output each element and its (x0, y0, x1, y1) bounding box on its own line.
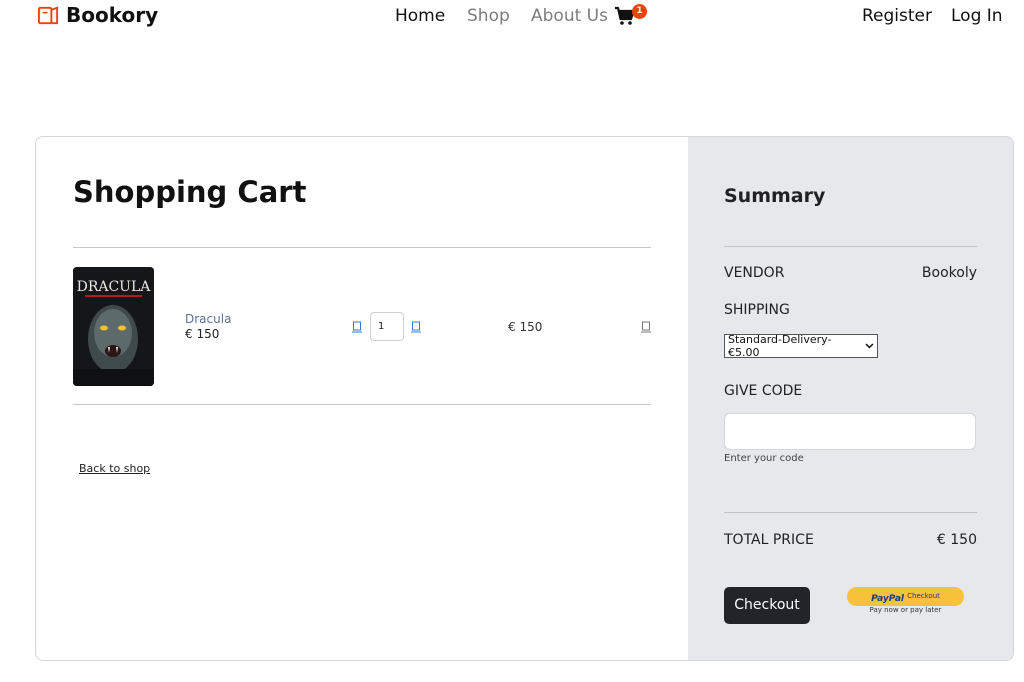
paypal-checkout-button[interactable]: PayPal Checkout (847, 587, 964, 606)
nav-home-link[interactable]: Home (395, 6, 445, 26)
promo-code-input[interactable] (724, 413, 976, 450)
quantity-input[interactable] (370, 312, 404, 341)
paypal-label: PayPal (871, 594, 904, 604)
brand-name: Bookory (66, 3, 159, 27)
remove-item-icon[interactable] (641, 321, 651, 333)
item-line-total: € 150 (508, 320, 543, 334)
give-code-label: GIVE CODE (724, 383, 803, 399)
chevron-down-icon (865, 343, 874, 349)
total-price-value: € 150 (936, 532, 977, 548)
top-navbar: Bookory Home Shop About Us 1 Register Lo… (0, 0, 1024, 34)
summary-panel: Summary VENDOR Bookoly SHIPPING Standard… (688, 137, 1013, 660)
item-unit-price: € 150 (185, 327, 220, 341)
book-logo-icon (37, 6, 59, 24)
back-to-shop-link[interactable]: Back to shop (79, 462, 150, 475)
item-title-link[interactable]: Dracula (185, 312, 231, 326)
code-help-text: Enter your code (724, 453, 804, 464)
summary-title: Summary (724, 185, 826, 207)
vendor-value: Bookoly (921, 265, 977, 281)
paypal-tagline: Pay now or pay later (869, 606, 942, 614)
cover-title: DRACULA (77, 279, 152, 295)
brand[interactable]: Bookory (37, 3, 158, 27)
total-price-label: TOTAL PRICE (724, 532, 814, 548)
divider (724, 512, 977, 513)
cart-count-badge: 1 (632, 4, 647, 19)
checkout-button[interactable]: Checkout (724, 587, 810, 624)
cart-pane: Shopping Cart DRACULA Dracula € 150 1 € … (36, 137, 688, 660)
nav-about-link[interactable]: About Us (531, 6, 608, 26)
divider (73, 404, 651, 405)
register-link[interactable]: Register (862, 6, 932, 26)
divider (724, 246, 977, 247)
vendor-label: VENDOR (724, 265, 785, 281)
cart-card: Shopping Cart DRACULA Dracula € 150 1 € … (35, 136, 1014, 661)
paypal-checkout-suffix: Checkout (907, 592, 940, 600)
page-title: Shopping Cart (73, 175, 307, 209)
shipping-label: SHIPPING (724, 302, 790, 318)
login-link[interactable]: Log In (951, 6, 1003, 26)
book-cover-image[interactable]: DRACULA (73, 267, 154, 386)
shipping-selected-value: Standard-Delivery- €5.00 (728, 333, 832, 359)
decrease-quantity-icon[interactable] (352, 321, 362, 333)
shipping-select[interactable]: Standard-Delivery- €5.00 (724, 333, 878, 359)
increase-quantity-icon[interactable] (411, 321, 421, 333)
divider (73, 247, 651, 248)
nav-shop-link[interactable]: Shop (467, 6, 510, 26)
